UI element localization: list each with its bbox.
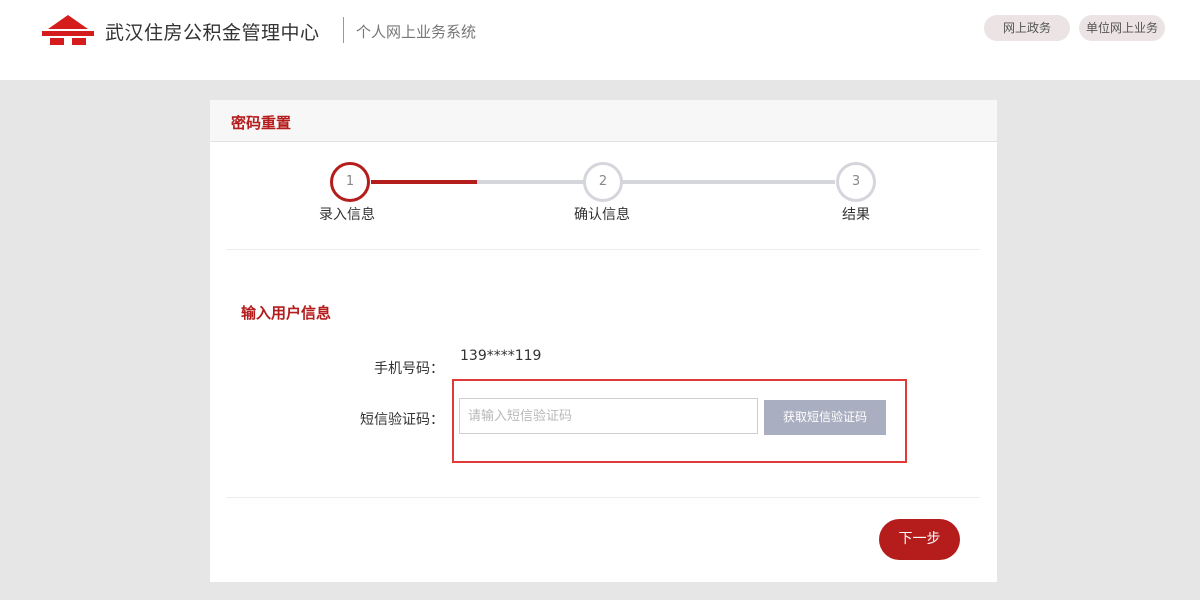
housing-fund-logo-icon [42,15,94,45]
brand-name: 武汉住房公积金管理中心 [105,22,320,44]
step-line-done [371,180,477,184]
step-3-label: 结果 [842,207,870,223]
next-step-button[interactable]: 下一步 [879,519,960,560]
brand-separator [343,17,344,43]
divider-top [226,249,980,250]
divider-bottom [226,497,980,498]
step-3-circle: 3 [836,162,876,202]
sms-code-input[interactable] [459,398,758,434]
top-header: 武汉住房公积金管理中心 个人网上业务系统 网上政务 单位网上业务 [0,0,1200,80]
step-2-circle: 2 [583,162,623,202]
phone-value: 139****119 [460,348,542,364]
section-title: 输入用户信息 [241,304,332,322]
sms-code-label: 短信验证码： [360,412,444,428]
get-sms-code-button[interactable]: 获取短信验证码 [764,400,886,435]
step-2-label: 确认信息 [574,207,630,223]
step-line-pending [477,180,835,184]
enterprise-online-business-button[interactable]: 单位网上业务 [1079,15,1165,41]
panel-header: 密码重置 [210,100,997,142]
step-1-label: 录入信息 [319,207,375,223]
step-1-circle: 1 [330,162,370,202]
phone-label: 手机号码： [374,361,444,377]
password-reset-panel: 密码重置 1 2 3 录入信息 确认信息 结果 输入用户信息 手机号码： 139… [210,100,997,582]
panel-title: 密码重置 [231,114,292,132]
system-name: 个人网上业务系统 [356,23,477,41]
step-progress: 1 2 3 录入信息 确认信息 结果 [210,141,997,251]
online-government-button[interactable]: 网上政务 [984,15,1070,41]
